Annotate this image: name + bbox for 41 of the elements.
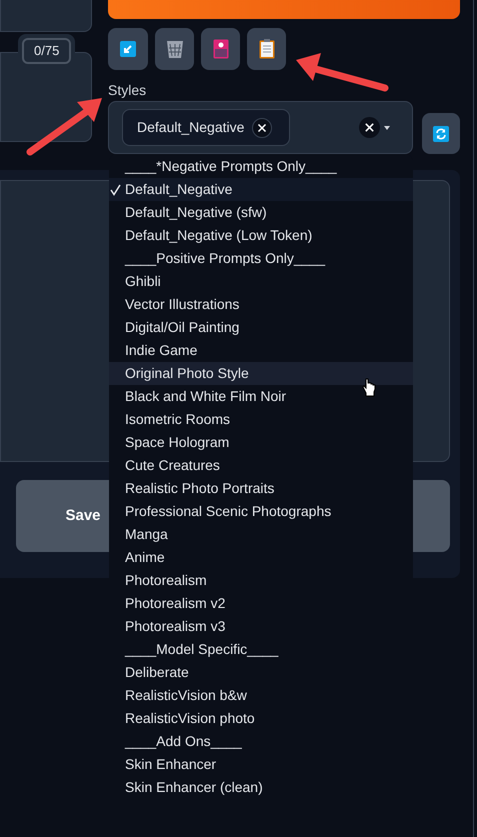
token-counter: 0/75 [22, 38, 72, 64]
dropdown-option[interactable]: Original Photo Style [109, 362, 413, 385]
dropdown-option[interactable]: Skin Enhancer [109, 753, 413, 776]
dropdown-option[interactable]: Ghibli [109, 270, 413, 293]
close-icon[interactable] [252, 118, 272, 138]
styles-label: Styles [108, 81, 148, 100]
dropdown-option[interactable]: ____Positive Prompts Only____ [109, 247, 413, 270]
dropdown-option[interactable]: Default_Negative [109, 178, 413, 201]
dropdown-option[interactable]: Skin Enhancer (clean) [109, 776, 413, 799]
tool-button[interactable] [108, 28, 148, 70]
trash-icon [166, 39, 184, 59]
tool-button[interactable] [247, 28, 286, 70]
dropdown-option[interactable]: ____Add Ons____ [109, 730, 413, 753]
chip-label: Default_Negative [137, 118, 244, 137]
image-icon [212, 39, 228, 59]
dropdown-option[interactable]: Vector Illustrations [109, 293, 413, 316]
check-icon [110, 184, 121, 196]
dropdown-option[interactable]: Photorealism [109, 569, 413, 592]
tool-button[interactable] [155, 28, 194, 70]
dropdown-option[interactable]: Isometric Rooms [109, 408, 413, 431]
caret-icon [384, 126, 390, 130]
dropdown-option[interactable]: Default_Negative (Low Token) [109, 224, 413, 247]
dropdown-option[interactable]: Cute Creatures [109, 454, 413, 477]
dropdown-option[interactable]: Deliberate [109, 661, 413, 684]
styles-select[interactable]: Default_Negative [108, 101, 413, 154]
dropdown-option[interactable]: Digital/Oil Painting [109, 316, 413, 339]
dropdown-option[interactable]: RealisticVision b&w [109, 684, 413, 707]
hand-cursor-icon [362, 378, 376, 397]
dropdown-option[interactable]: RealisticVision photo [109, 707, 413, 730]
dropdown-option[interactable]: Black and White Film Noir [109, 385, 413, 408]
dropdown-option[interactable]: Photorealism v2 [109, 592, 413, 615]
dropdown-option[interactable]: Indie Game [109, 339, 413, 362]
dropdown-option[interactable]: ____Model Specific____ [109, 638, 413, 661]
dropdown-option[interactable]: Space Hologram [109, 431, 413, 454]
refresh-button[interactable] [422, 113, 460, 154]
dropdown-option[interactable]: Default_Negative (sfw) [109, 201, 413, 224]
clear-icon[interactable] [359, 117, 380, 138]
dropdown-option[interactable]: Photorealism v3 [109, 615, 413, 638]
refresh-icon [433, 126, 449, 142]
dropdown-option[interactable]: ____*Negative Prompts Only____ [109, 155, 413, 178]
clipboard-icon [258, 39, 274, 59]
